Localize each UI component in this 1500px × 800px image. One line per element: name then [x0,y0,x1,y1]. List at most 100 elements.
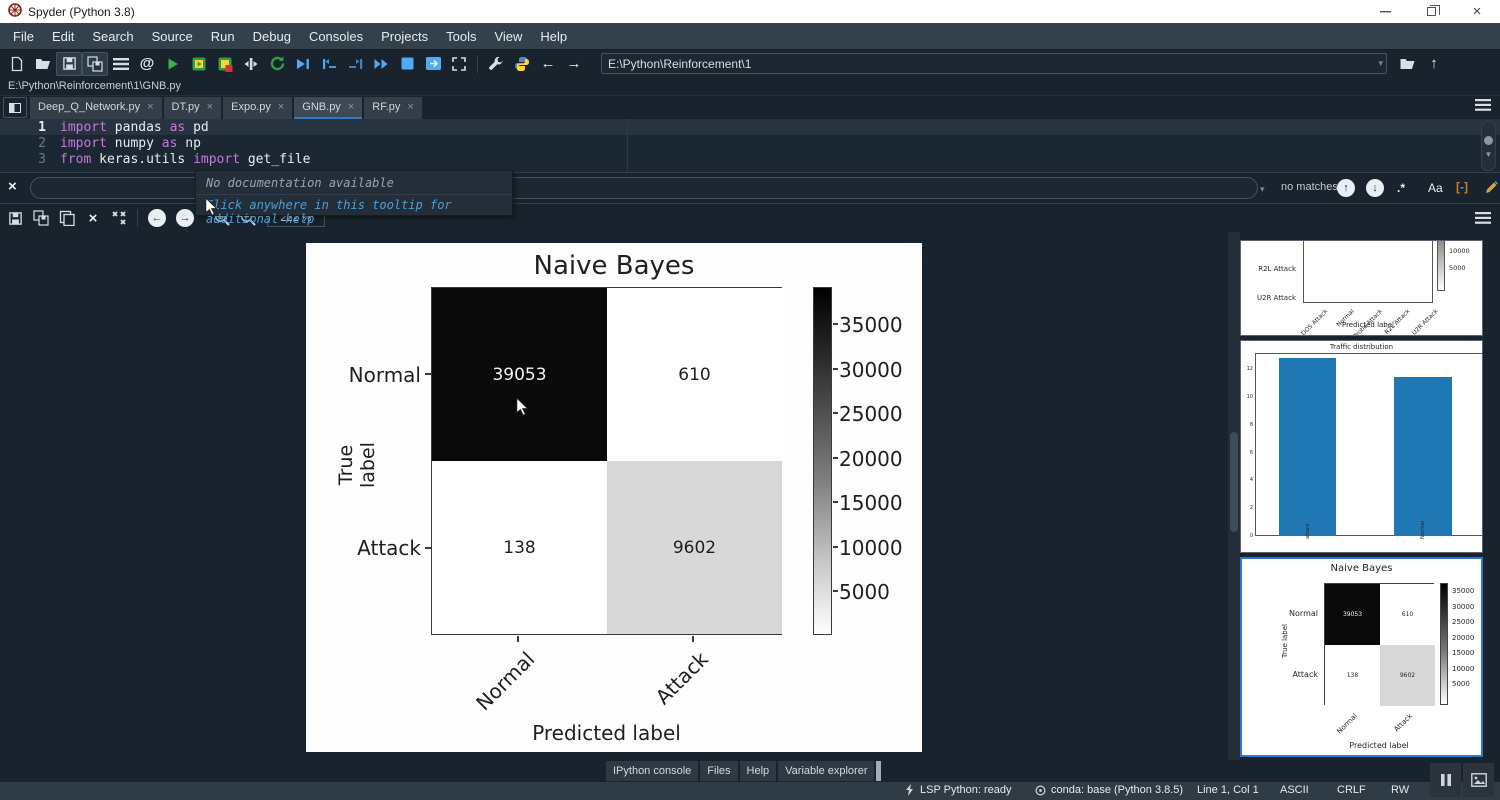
tab-gnb[interactable]: GNB.py× [294,97,362,119]
tab-expo[interactable]: Expo.py× [223,97,292,119]
minimize-button[interactable] [1362,0,1408,23]
run-selection-button[interactable] [238,52,264,76]
browse-tabs-button[interactable] [3,97,27,118]
editor-options-menu-icon[interactable] [1470,93,1496,117]
conda-status: conda: base (Python 3.8.5) [1035,784,1183,796]
debug-continue-button[interactable] [368,52,394,76]
new-file-button[interactable] [4,52,30,76]
tab-plots[interactable]: Plots [876,761,881,781]
menu-search[interactable]: Search [83,25,142,48]
copy-plot-button[interactable] [54,206,80,230]
maximize-pane-button[interactable] [420,52,446,76]
save-all-button[interactable] [82,52,108,76]
main-toolbar: @ ← → E:\Python\Reinforcement\1 ▾ ↑ [0,50,1500,77]
menu-run[interactable]: Run [202,25,244,48]
menu-view[interactable]: View [485,25,531,48]
forward-button[interactable]: → [561,52,587,76]
case-sensitive-toggle-button[interactable]: Aa [1428,181,1443,195]
debug-step-button[interactable] [290,52,316,76]
open-file-button[interactable] [30,52,56,76]
editor-scrollbar[interactable]: ▼ [1481,121,1496,171]
close-button[interactable]: × [1454,0,1500,23]
browse-directory-button[interactable] [1395,52,1421,76]
menu-debug[interactable]: Debug [244,25,300,48]
rerun-cell-button[interactable] [212,52,238,76]
whole-word-toggle-button[interactable]: [-] [1456,180,1468,194]
menu-source[interactable]: Source [143,25,202,48]
menu-file[interactable]: File [4,25,43,48]
code-editor[interactable]: 1import pandas as pd 2import numpy as np… [0,119,1500,172]
tab-files[interactable]: Files [700,761,737,781]
tab-variable-explorer[interactable]: Variable explorer [778,761,874,781]
tab-dt[interactable]: DT.py× [164,97,222,119]
code-line: 2import numpy as np [0,135,1500,151]
find-next-button[interactable]: ↓ [1366,179,1384,197]
symbol-finder-button[interactable]: @ [134,52,160,76]
preferences-wrench-button[interactable] [483,52,509,76]
thumbnail-multiclass-confusion-matrix[interactable]: R2L Attack U2R Attack DOS Attack Normal … [1240,240,1483,336]
find-history-chevron-icon[interactable]: ▾ [1260,184,1265,195]
back-button[interactable]: ← [535,52,561,76]
menu-tools[interactable]: Tools [437,25,485,48]
tab-rf[interactable]: RF.py× [364,97,422,119]
parent-directory-button[interactable]: ↑ [1421,52,1447,76]
close-tab-icon[interactable]: × [407,101,413,113]
permissions-status: RW [1391,784,1409,796]
debug-step-into-button[interactable] [316,52,342,76]
previous-plot-button[interactable]: ← [148,209,166,227]
python-env-button[interactable] [509,52,535,76]
lsp-status: LSP Python: ready [905,784,1012,796]
chevron-down-icon[interactable]: ▾ [1378,58,1383,69]
colorbar [813,287,832,635]
close-tab-icon[interactable]: × [278,101,284,113]
restore-button[interactable] [1408,0,1454,23]
breadcrumb-path: E:\Python\Reinforcement\1\GNB.py [8,80,181,92]
next-plot-button[interactable]: → [176,209,194,227]
line-number: 2 [0,136,60,151]
stop-button[interactable] [394,52,420,76]
figure-title: Naive Bayes [306,251,922,281]
tab-deep-q-network[interactable]: Deep_Q_Network.py× [30,97,162,119]
screenshot-image-button[interactable] [1463,763,1494,797]
plots-scrollbar[interactable] [1228,232,1240,760]
thumbnail-traffic-distribution[interactable]: Traffic distribution 12 10 8 6 4 2 0 att… [1240,340,1483,553]
find-close-icon[interactable]: × [8,178,17,195]
matrix-cell-attack-normal: 138 [432,461,607,634]
remove-plot-button[interactable]: × [80,206,106,230]
eol-status: CRLF [1337,784,1366,796]
lsp-icon [905,784,915,796]
tab-ipython-console[interactable]: IPython console [606,761,698,781]
pause-button[interactable] [1430,763,1461,797]
conda-icon [1035,785,1046,796]
close-tab-icon[interactable]: × [207,101,213,113]
save-all-plots-button[interactable] [28,206,54,230]
tooltip-line2: Click anywhere in this tooltip for addit… [196,198,512,226]
highlight-matches-icon[interactable] [1484,180,1499,200]
restart-kernel-button[interactable] [264,52,290,76]
menu-consoles[interactable]: Consoles [300,25,372,48]
outline-button[interactable] [108,52,134,76]
regex-toggle-button[interactable]: .* [1397,181,1405,195]
menu-edit[interactable]: Edit [43,25,83,48]
row-label-attack: Attack [331,536,421,560]
menu-help[interactable]: Help [531,25,576,48]
close-tab-icon[interactable]: × [147,101,153,113]
save-plot-button[interactable] [2,206,28,230]
fullscreen-button[interactable] [446,52,472,76]
working-directory-input[interactable]: E:\Python\Reinforcement\1 ▾ [601,53,1387,74]
remove-all-plots-button[interactable] [106,206,132,230]
menu-projects[interactable]: Projects [372,25,437,48]
thumbnail-naive-bayes-selected[interactable]: Naive Bayes 39053 610 138 9602 Normal At… [1240,557,1483,757]
run-button[interactable] [160,52,186,76]
find-previous-button[interactable]: ↑ [1337,179,1355,197]
spyder-logo-icon [8,3,22,20]
plots-options-menu-icon[interactable] [1470,206,1496,230]
cursor-position: Line 1, Col 1 [1197,784,1259,796]
run-cell-button[interactable] [186,52,212,76]
documentation-tooltip[interactable]: No documentation available Click anywher… [195,170,513,216]
tab-help[interactable]: Help [740,761,777,781]
save-button[interactable] [56,52,82,76]
debug-step-return-button[interactable] [342,52,368,76]
x-axis-label: Predicted label [431,721,782,745]
close-tab-icon[interactable]: × [348,101,354,113]
